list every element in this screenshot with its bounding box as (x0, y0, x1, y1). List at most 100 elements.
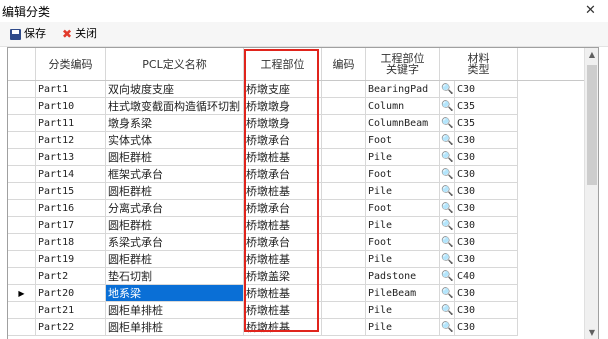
cell-encoding[interactable] (322, 166, 366, 183)
cell-material[interactable]: C35 (455, 98, 518, 115)
cell-code[interactable]: Part18 (36, 234, 106, 251)
cell-part[interactable]: 桥墩桩基 (244, 285, 322, 302)
cell-material[interactable]: C30 (455, 251, 518, 268)
table-row[interactable]: Part14 框架式承台 桥墩承台 Foot 🔍 C30 (8, 166, 584, 183)
scroll-thumb[interactable] (587, 65, 597, 185)
table-row[interactable]: Part1 双向坡度支座 桥墩支座 BearingPad 🔍 C30 (8, 81, 584, 98)
search-icon[interactable]: 🔍 (441, 115, 453, 131)
cell-lookup[interactable]: 🔍 (440, 98, 455, 115)
row-selector[interactable] (8, 149, 36, 166)
row-selector[interactable] (8, 200, 36, 217)
cell-material[interactable]: C30 (455, 81, 518, 98)
cell-pcl-name[interactable]: 圆柜群桩 (106, 251, 244, 268)
search-icon[interactable]: 🔍 (441, 98, 453, 114)
table-row[interactable]: Part11 墩身系梁 桥墩墩身 ColumnBeam 🔍 C35 (8, 115, 584, 132)
cell-keyword[interactable]: BearingPad (366, 81, 440, 98)
window-close-icon[interactable]: ✕ (573, 0, 608, 22)
cell-material[interactable]: C30 (455, 200, 518, 217)
cell-code[interactable]: Part22 (36, 319, 106, 336)
cell-keyword[interactable]: Pile (366, 149, 440, 166)
cell-keyword[interactable]: Pile (366, 183, 440, 200)
cell-lookup[interactable]: 🔍 (440, 234, 455, 251)
cell-pcl-name[interactable]: 圆柜群桩 (106, 149, 244, 166)
cell-part[interactable]: 桥墩承台 (244, 200, 322, 217)
cell-keyword[interactable]: Pile (366, 319, 440, 336)
cell-part[interactable]: 桥墩盖梁 (244, 268, 322, 285)
table-row[interactable]: Part16 分离式承台 桥墩承台 Foot 🔍 C30 (8, 200, 584, 217)
row-selector[interactable] (8, 132, 36, 149)
cell-keyword[interactable]: Foot (366, 234, 440, 251)
cell-material[interactable]: C30 (455, 234, 518, 251)
cell-keyword[interactable]: Foot (366, 166, 440, 183)
cell-pcl-name[interactable]: 墩身系梁 (106, 115, 244, 132)
search-icon[interactable]: 🔍 (441, 132, 453, 148)
cell-material[interactable]: C30 (455, 285, 518, 302)
row-selector[interactable] (8, 268, 36, 285)
cell-part[interactable]: 桥墩承台 (244, 234, 322, 251)
row-selector[interactable]: ▶ (8, 285, 36, 302)
save-button[interactable]: 保存 (10, 25, 46, 43)
cell-code[interactable]: Part11 (36, 115, 106, 132)
cell-lookup[interactable]: 🔍 (440, 217, 455, 234)
search-icon[interactable]: 🔍 (441, 217, 453, 233)
cell-part[interactable]: 桥墩桩基 (244, 319, 322, 336)
cell-code[interactable]: Part19 (36, 251, 106, 268)
cell-code[interactable]: Part2 (36, 268, 106, 285)
cell-code[interactable]: Part14 (36, 166, 106, 183)
cell-code[interactable]: Part12 (36, 132, 106, 149)
cell-keyword[interactable]: PileBeam (366, 285, 440, 302)
cell-material[interactable]: C30 (455, 149, 518, 166)
cell-lookup[interactable]: 🔍 (440, 166, 455, 183)
search-icon[interactable]: 🔍 (441, 200, 453, 216)
table-row[interactable]: Part12 实体式体 桥墩承台 Foot 🔍 C30 (8, 132, 584, 149)
cell-part[interactable]: 桥墩墩身 (244, 115, 322, 132)
cell-encoding[interactable] (322, 98, 366, 115)
table-row[interactable]: Part19 圆柜群桩 桥墩桩基 Pile 🔍 C30 (8, 251, 584, 268)
cell-material[interactable]: C30 (455, 183, 518, 200)
cell-keyword[interactable]: Foot (366, 200, 440, 217)
cell-lookup[interactable]: 🔍 (440, 81, 455, 98)
row-selector[interactable] (8, 183, 36, 200)
scroll-down-icon[interactable]: ▼ (585, 326, 598, 339)
row-selector[interactable] (8, 81, 36, 98)
cell-encoding[interactable] (322, 234, 366, 251)
cell-encoding[interactable] (322, 217, 366, 234)
cell-encoding[interactable] (322, 268, 366, 285)
cell-encoding[interactable] (322, 285, 366, 302)
cell-lookup[interactable]: 🔍 (440, 200, 455, 217)
cell-encoding[interactable] (322, 200, 366, 217)
cell-lookup[interactable]: 🔍 (440, 319, 455, 336)
cell-part[interactable]: 桥墩桩基 (244, 302, 322, 319)
cell-pcl-name[interactable]: 系梁式承台 (106, 234, 244, 251)
cell-material[interactable]: C30 (455, 319, 518, 336)
cell-code[interactable]: Part1 (36, 81, 106, 98)
cell-pcl-name[interactable]: 圆柜单排桩 (106, 319, 244, 336)
row-selector[interactable] (8, 319, 36, 336)
table-row[interactable]: Part21 圆柜单排桩 桥墩桩基 Pile 🔍 C30 (8, 302, 584, 319)
cell-code[interactable]: Part21 (36, 302, 106, 319)
cell-material[interactable]: C30 (455, 166, 518, 183)
cell-material[interactable]: C30 (455, 302, 518, 319)
cell-pcl-name[interactable]: 圆柜群桩 (106, 183, 244, 200)
cell-material[interactable]: C30 (455, 132, 518, 149)
cell-pcl-name[interactable]: 双向坡度支座 (106, 81, 244, 98)
row-selector[interactable] (8, 166, 36, 183)
cell-encoding[interactable] (322, 132, 366, 149)
header-part-keyword[interactable]: 工程部位 关键字 (366, 48, 440, 80)
cell-lookup[interactable]: 🔍 (440, 268, 455, 285)
search-icon[interactable]: 🔍 (441, 268, 453, 284)
search-icon[interactable]: 🔍 (441, 81, 453, 97)
scroll-up-icon[interactable]: ▲ (585, 48, 598, 62)
cell-keyword[interactable]: Pile (366, 217, 440, 234)
cell-pcl-name[interactable]: 实体式体 (106, 132, 244, 149)
header-part[interactable]: 工程部位 (244, 48, 322, 80)
cell-material[interactable]: C40 (455, 268, 518, 285)
cell-keyword[interactable]: Padstone (366, 268, 440, 285)
cell-code[interactable]: Part17 (36, 217, 106, 234)
cell-material[interactable]: C30 (455, 217, 518, 234)
table-row[interactable]: Part2 垫石切割 桥墩盖梁 Padstone 🔍 C40 (8, 268, 584, 285)
cell-part[interactable]: 桥墩承台 (244, 166, 322, 183)
cell-encoding[interactable] (322, 251, 366, 268)
cell-material[interactable]: C35 (455, 115, 518, 132)
cell-pcl-name[interactable]: 柱式墩变截面构造循环切割 (106, 98, 244, 115)
